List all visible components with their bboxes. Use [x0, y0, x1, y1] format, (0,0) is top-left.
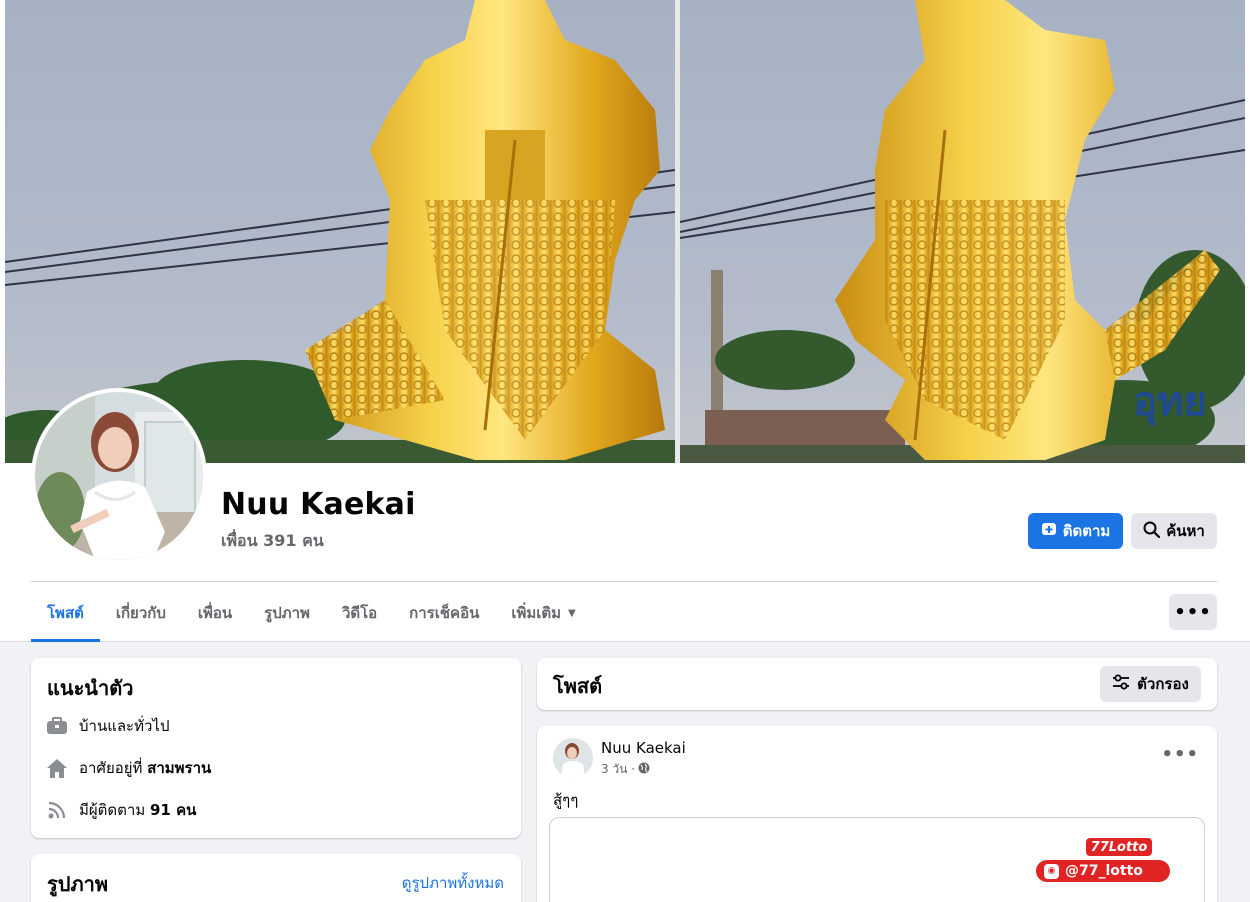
tab-photos[interactable]: รูปภาพ [248, 584, 326, 642]
filter-icon [1112, 674, 1130, 694]
tab-about[interactable]: เกี่ยวกับ [100, 584, 182, 642]
cover-photo-image: อุทย [5, 0, 1245, 463]
briefcase-icon [47, 716, 67, 736]
post-card: Nuu Kaekai 3 วัน · ••• สู้ๆๆ 77Lotto ◉ @… [537, 726, 1217, 902]
more-dots-icon: ••• [1174, 601, 1212, 623]
post-author-name[interactable]: Nuu Kaekai [601, 739, 686, 757]
line-app-icon: ◉ [1044, 863, 1059, 879]
lotto-logo: 77Lotto ◉ @77_lotto [1036, 838, 1176, 888]
header-divider [31, 581, 1217, 582]
profile-more-button[interactable]: ••• [1169, 594, 1217, 630]
tab-posts[interactable]: โพสต์ [31, 584, 100, 642]
post-meta: 3 วัน · [601, 760, 650, 779]
home-icon [47, 758, 67, 778]
tab-more[interactable]: เพิ่มเติม ▼ [495, 584, 591, 642]
intro-followers-text: มีผู้ติดตาม 91 คน [79, 798, 196, 822]
svg-text:อุทย: อุทย [1133, 379, 1207, 427]
cover-photo[interactable]: อุทย [5, 0, 1245, 463]
lotto-logo-title: 77Lotto [1086, 838, 1152, 856]
posts-title: โพสต์ [553, 674, 603, 698]
intro-lives-in-place[interactable]: สามพราน [147, 759, 211, 777]
intro-row-followers: มีผู้ติดตาม 91 คน [47, 798, 196, 822]
tab-photos-label: รูปภาพ [264, 604, 310, 622]
post-author-avatar[interactable] [553, 738, 593, 778]
post-options-button[interactable]: ••• [1161, 744, 1199, 765]
intro-row-workplace: บ้านและทั่วไป [47, 714, 170, 738]
tab-friends-label: เพื่อน [197, 604, 233, 622]
search-icon [1143, 521, 1161, 542]
photos-card: รูปภาพ ดูรูปภาพทั้งหมด [31, 854, 521, 902]
profile-tabs: โพสต์ เกี่ยวกับ เพื่อน รูปภาพ วิดีโอ การ… [31, 584, 592, 642]
tab-more-label: เพิ่มเติม [511, 604, 562, 622]
intro-card: แนะนำตัว บ้านและทั่วไป อาศัยอยู่ที่ สามพ… [31, 658, 521, 838]
post-media[interactable]: 77Lotto ◉ @77_lotto [549, 817, 1205, 902]
tab-about-label: เกี่ยวกับ [115, 604, 166, 622]
see-all-photos-link[interactable]: ดูรูปภาพทั้งหมด [402, 871, 504, 895]
search-button[interactable]: ค้นหา [1131, 513, 1217, 549]
intro-workplace-text: บ้านและทั่วไป [79, 717, 170, 735]
intro-followers-count[interactable]: 91 คน [150, 801, 196, 819]
tab-videos-label: วิดีโอ [341, 604, 378, 622]
post-text: สู้ๆๆ [553, 791, 579, 809]
rss-icon [47, 800, 67, 820]
post-timestamp[interactable]: 3 วัน · [601, 760, 635, 779]
tab-posts-label: โพสต์ [47, 604, 84, 622]
intro-row-lives-in: อาศัยอยู่ที่ สามพราน [47, 756, 211, 780]
friends-count[interactable]: เพื่อน 391 คน [221, 529, 324, 554]
lotto-logo-handle: @77_lotto [1065, 863, 1143, 879]
search-button-label: ค้นหา [1166, 522, 1205, 540]
lotto-logo-handle-pill: ◉ @77_lotto [1036, 860, 1170, 882]
profile-name: Nuu Kaekai [221, 487, 416, 522]
intro-title: แนะนำตัว [47, 676, 134, 700]
intro-lives-in-prefix: อาศัยอยู่ที่ [79, 759, 148, 777]
follow-button[interactable]: ติดตาม [1028, 513, 1123, 549]
posts-header-card: โพสต์ ตัวกรอง [537, 658, 1217, 710]
tab-videos[interactable]: วิดีโอ [326, 584, 393, 642]
tab-friends[interactable]: เพื่อน [182, 584, 248, 642]
globe-icon [638, 762, 650, 777]
filter-button-label: ตัวกรอง [1137, 675, 1189, 693]
photos-title: รูปภาพ [47, 872, 109, 896]
caret-down-icon: ▼ [568, 607, 576, 619]
intro-lives-in-text: อาศัยอยู่ที่ สามพราน [79, 756, 211, 780]
profile-avatar-image [35, 392, 203, 560]
follow-button-label: ติดตาม [1062, 522, 1111, 540]
profile-avatar[interactable] [31, 388, 207, 564]
intro-followers-prefix: มีผู้ติดตาม [79, 801, 150, 819]
follow-icon [1041, 521, 1057, 541]
tab-checkins[interactable]: การเช็คอิน [393, 584, 495, 642]
tab-checkins-label: การเช็คอิน [409, 604, 480, 622]
filter-button[interactable]: ตัวกรอง [1100, 666, 1201, 702]
